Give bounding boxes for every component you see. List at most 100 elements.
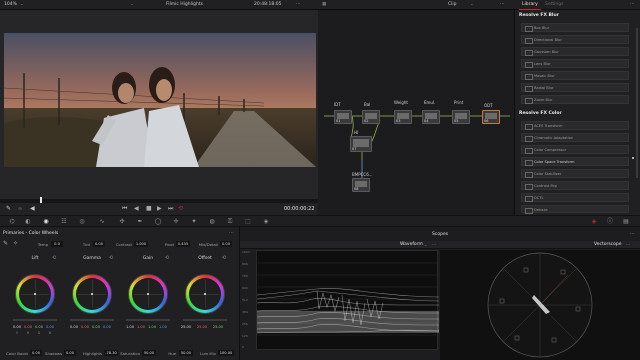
waveform-scope[interactable]: [256, 250, 440, 350]
reset-icon[interactable]: ⟲: [222, 255, 226, 261]
gamma-master-slider[interactable]: [70, 319, 114, 321]
tint-value[interactable]: 0.00: [93, 241, 105, 247]
qualifier-icon[interactable]: ✒: [136, 218, 144, 226]
link-icon[interactable]: ∞: [18, 206, 22, 212]
gain-wheel[interactable]: [128, 274, 168, 314]
color-match-icon[interactable]: ◐: [24, 218, 32, 226]
node-print[interactable]: 05: [452, 110, 470, 124]
middetail-value[interactable]: 0.00: [220, 241, 232, 247]
scopes-toggle-icon[interactable]: ▤: [622, 218, 630, 226]
motion-effects-icon[interactable]: ◎: [78, 218, 86, 226]
gamma-g[interactable]: 0.00: [91, 325, 101, 329]
lift-b[interactable]: 0.00: [45, 325, 55, 329]
lightbox-icon[interactable]: ◈: [590, 218, 598, 226]
blur-icon[interactable]: ◍: [208, 218, 216, 226]
fx-item[interactable]: Contrast Pop: [521, 181, 629, 190]
camera-raw-icon[interactable]: ⌬: [8, 218, 16, 226]
reset-icon[interactable]: ⟲: [52, 255, 56, 261]
curves-icon[interactable]: ∿: [98, 218, 106, 226]
zoom-level[interactable]: 104%: [4, 2, 17, 7]
highlights-value[interactable]: -78.30: [104, 350, 118, 356]
color-wheels-icon[interactable]: ◉: [42, 218, 50, 226]
lift-y[interactable]: 0.00: [12, 325, 22, 329]
reset-icon[interactable]: ⟲: [109, 255, 113, 261]
waveform-label[interactable]: Waveform: [400, 242, 423, 247]
reverse-icon[interactable]: ◀: [134, 205, 139, 212]
audio-icon[interactable]: ◀: [30, 205, 35, 212]
reset-icon[interactable]: ⟲: [165, 255, 169, 261]
options-icon[interactable]: ⋯: [626, 242, 630, 247]
node-idt[interactable]: 01: [334, 110, 352, 124]
auto-balance-icon[interactable]: ✧: [13, 240, 18, 247]
lummix-value[interactable]: 100.00: [218, 350, 234, 356]
options-icon[interactable]: ⋯: [432, 242, 436, 247]
gamma-wheel[interactable]: [72, 274, 112, 314]
fx-item[interactable]: Color Stabilizer: [521, 169, 629, 178]
tab-library[interactable]: Library: [522, 2, 538, 7]
dropdown-icon[interactable]: ⌄: [130, 2, 134, 7]
color-warper-icon[interactable]: ✣: [118, 218, 126, 226]
options-icon[interactable]: ⋯: [296, 2, 301, 7]
gamma-b[interactable]: 0.00: [102, 325, 112, 329]
lift-wheel[interactable]: [15, 274, 55, 314]
vectorscope[interactable]: [440, 250, 640, 360]
go-to-end-icon[interactable]: ⏭: [168, 205, 173, 213]
fx-item[interactable]: Lens Blur: [521, 59, 629, 68]
options-icon[interactable]: ⋯: [630, 231, 635, 237]
gamma-r[interactable]: 0.00: [80, 325, 90, 329]
node-emulation[interactable]: 04: [422, 110, 440, 124]
node-weight[interactable]: 03: [394, 110, 412, 124]
picker-icon[interactable]: ✎: [3, 240, 8, 247]
video-frame[interactable]: [4, 33, 316, 167]
pen-icon[interactable]: ✎: [6, 205, 11, 212]
fx-item[interactable]: Color Space Transform: [521, 157, 629, 166]
magic-mask-icon[interactable]: ✦: [190, 218, 198, 226]
tab-settings[interactable]: Settings: [545, 2, 563, 7]
node-odt[interactable]: 06: [482, 110, 500, 124]
colorboost-value[interactable]: 0.00: [30, 350, 42, 356]
offset-g[interactable]: 25.00: [212, 325, 224, 329]
options-icon[interactable]: ⋯: [229, 230, 234, 236]
fx-item[interactable]: Gaussian Blur: [521, 47, 629, 56]
loop-icon[interactable]: ⟲: [178, 205, 183, 212]
fx-item[interactable]: Mosaic Blur: [521, 71, 629, 80]
play-icon[interactable]: ▶: [157, 205, 162, 212]
fx-item[interactable]: Directional Blur: [521, 35, 629, 44]
node-bal[interactable]: 02: [362, 110, 380, 124]
node-editor[interactable]: IDT 01 Bal 02 Weight 03 Emul. 04 Print 0…: [318, 10, 514, 215]
fx-item[interactable]: Color Compressor: [521, 145, 629, 154]
shadows-value[interactable]: 0.00: [64, 350, 76, 356]
go-to-start-icon[interactable]: ⏮: [122, 205, 127, 213]
lift-g[interactable]: 0.00: [34, 325, 44, 329]
offset-y[interactable]: 25.00: [180, 325, 192, 329]
node-bmpcc[interactable]: 08: [352, 178, 370, 192]
lift-master-slider[interactable]: [13, 319, 57, 321]
offset-r[interactable]: 25.00: [196, 325, 208, 329]
fx-item[interactable]: DCTL: [521, 193, 629, 202]
chevron-down-icon[interactable]: ⌄: [470, 2, 474, 7]
chevron-down-icon[interactable]: ⌄: [424, 242, 427, 247]
gain-g[interactable]: 1.00: [147, 325, 157, 329]
rgb-mixer-icon[interactable]: ☷: [60, 218, 68, 226]
chevron-down-icon[interactable]: ⌄: [278, 2, 282, 7]
fx-item[interactable]: ACES Transform: [521, 121, 629, 130]
chevron-down-icon[interactable]: ⌄: [20, 2, 24, 7]
gain-b[interactable]: 1.00: [158, 325, 168, 329]
library-scrollbar[interactable]: [636, 28, 638, 178]
window-icon[interactable]: ◯: [154, 218, 162, 226]
3d-icon[interactable]: ◈: [262, 218, 270, 226]
tracker-icon[interactable]: ✢: [172, 218, 180, 226]
chevron-down-icon[interactable]: ⌄: [200, 2, 204, 7]
clip-mode-label[interactable]: Clip: [448, 2, 457, 7]
stop-icon[interactable]: ■: [146, 205, 152, 212]
gain-master-slider[interactable]: [126, 319, 170, 321]
offset-master-slider[interactable]: [183, 319, 227, 321]
saturation-value[interactable]: 50.00: [142, 350, 156, 356]
fx-item[interactable]: Box Blur: [521, 23, 629, 32]
sizing-icon[interactable]: ⬚: [244, 218, 252, 226]
gain-y[interactable]: 1.00: [125, 325, 135, 329]
gain-r[interactable]: 1.00: [136, 325, 146, 329]
fx-item[interactable]: Chromatic Adaptation: [521, 133, 629, 142]
gamma-y[interactable]: 0.00: [69, 325, 79, 329]
pivot-value[interactable]: 0.435: [176, 241, 190, 247]
